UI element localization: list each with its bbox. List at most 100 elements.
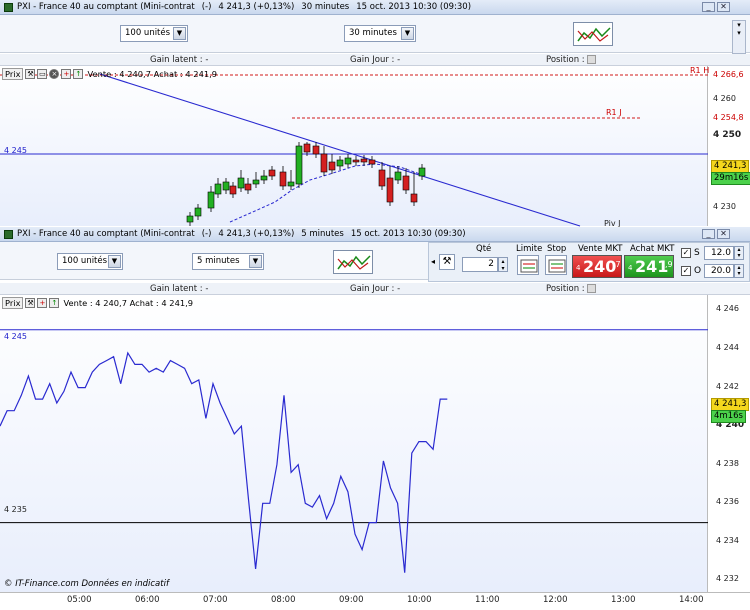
candle-body <box>410 193 418 203</box>
chevron-down-icon[interactable]: ▾ <box>733 21 745 29</box>
candle-body <box>360 158 368 163</box>
candle-body <box>237 177 245 189</box>
y-tick: 4 238 <box>716 458 739 468</box>
title-status: (-) <box>201 229 212 239</box>
top-qty-select[interactable]: 100 unités ▼ <box>120 25 188 42</box>
top-hline-label: 4 245 <box>4 146 27 155</box>
window-icon[interactable]: ▭ <box>37 69 48 79</box>
top-window-titlebar[interactable]: PXI - France 40 au comptant (Mini-contra… <box>0 0 750 15</box>
bottom-timer-tag: 4m16s <box>711 410 746 423</box>
sell-mkt-button[interactable]: 4 240 ,7 <box>572 255 622 278</box>
bottom-window-titlebar[interactable]: PXI - France 40 au comptant (Mini-contra… <box>0 227 750 242</box>
stop-label: Stop <box>547 244 567 254</box>
title-instrument: PXI - France 40 au comptant (Mini-contra… <box>17 2 195 12</box>
title-date: 15 oct. 2013 10:30 (09:30) <box>350 229 466 239</box>
x-tick: 10:00 <box>407 595 432 605</box>
close-position-icon[interactable] <box>587 55 596 64</box>
y-tick: 4 234 <box>716 535 739 545</box>
limit-order-icon <box>520 259 538 273</box>
chevron-down-icon: ▼ <box>249 255 262 268</box>
x-axis <box>0 592 750 610</box>
up-arrow-icon[interactable]: ↑ <box>49 298 60 308</box>
o-input[interactable]: 20.0 <box>704 264 734 278</box>
candle-body <box>368 159 376 165</box>
bottom-legend-label[interactable]: Prix <box>2 297 24 309</box>
wrench-icon[interactable]: ⚒ <box>439 254 455 270</box>
bottom-minimize-button[interactable]: _ <box>702 229 715 239</box>
x-tick: 13:00 <box>611 595 636 605</box>
y-tick: 4 246 <box>716 304 739 314</box>
s-stepper[interactable]: ▴ ▾ <box>734 246 744 260</box>
r1j-label: R1 J <box>606 108 622 117</box>
bottom-strategy-button[interactable] <box>333 250 373 274</box>
candle-body <box>394 171 402 181</box>
candle-body <box>418 167 426 177</box>
y-tick: 4 242 <box>716 381 739 391</box>
bottom-chart-area[interactable] <box>0 295 708 592</box>
qty-stepper[interactable]: ▴ ▾ <box>498 257 508 272</box>
top-position: Position : 0 <box>546 55 593 65</box>
s-label: S <box>694 248 700 258</box>
top-chart-area[interactable] <box>0 66 708 227</box>
plus-icon[interactable]: + <box>61 69 72 79</box>
top-close-button[interactable]: ✕ <box>717 2 730 12</box>
candle-body <box>295 145 303 185</box>
top-strategy-button[interactable] <box>573 22 613 46</box>
top-legend-label[interactable]: Prix <box>2 68 24 80</box>
limit-order-button[interactable] <box>517 255 539 275</box>
title-date: 15 oct. 2013 10:30 (09:30) <box>356 2 472 12</box>
close-icon[interactable]: × <box>49 69 60 79</box>
x-tick: 08:00 <box>271 595 296 605</box>
top-minimize-button[interactable]: _ <box>702 2 715 12</box>
candle-body <box>229 185 237 195</box>
plus-icon[interactable]: + <box>37 298 48 308</box>
bottom-gain-latent: Gain latent : - <box>150 284 209 294</box>
bottom-close-button[interactable]: ✕ <box>717 229 730 239</box>
buy-price-dec: ,9 <box>665 260 673 269</box>
close-position-icon[interactable] <box>587 284 596 293</box>
stop-order-button[interactable] <box>545 255 567 275</box>
x-tick: 07:00 <box>203 595 228 605</box>
bottom-period-select[interactable]: 5 minutes ▼ <box>192 253 264 270</box>
s-input[interactable]: 12.0 <box>704 246 734 260</box>
chevron-down-icon[interactable]: ▾ <box>733 29 745 37</box>
x-tick: 05:00 <box>67 595 92 605</box>
r1h-label: R1 H <box>690 66 710 75</box>
instrument-icon <box>4 229 13 239</box>
footer-credit: © IT-Finance.com Données en indicatif <box>4 579 169 589</box>
y-tick: 4 232 <box>716 574 739 584</box>
strategy-chart-icon <box>337 255 371 270</box>
candle-body <box>320 153 328 173</box>
candle-body <box>207 191 215 209</box>
bottom-period-value: 5 minutes <box>197 256 240 266</box>
candle-body <box>252 179 260 185</box>
up-arrow-icon[interactable]: ↑ <box>73 69 84 79</box>
wrench-icon[interactable]: ⚒ <box>25 69 36 79</box>
o-checkbox[interactable]: ✓ <box>681 266 691 276</box>
buy-mkt-button[interactable]: 4 241 ,9 <box>624 255 674 278</box>
bottom-legend-text: Vente : 4 240,7 Achat : 4 241,9 <box>63 298 194 308</box>
y-tick: 4 250 <box>713 130 742 140</box>
strategy-chart-icon <box>577 27 611 42</box>
bottom-qty-select[interactable]: 100 unités ▼ <box>57 253 123 270</box>
limit-label: Limite <box>516 244 543 254</box>
qty-label: Qté <box>476 244 492 254</box>
title-price: 4 241,3 (+0,13%) <box>218 2 295 12</box>
x-tick: 14:00 <box>679 595 704 605</box>
top-legend: Prix ⚒ ▭ × + ↑ Vente : 4 240,7 Achat : 4… <box>2 68 217 80</box>
y-tick: 4 266,6 <box>713 70 744 79</box>
y-tick: 4 240 <box>713 184 736 193</box>
candle-body <box>378 169 386 187</box>
o-stepper[interactable]: ▴ ▾ <box>734 264 744 278</box>
collapse-left-icon[interactable]: ◂ <box>431 257 435 266</box>
candle-body <box>312 145 320 155</box>
candle-body <box>386 177 394 203</box>
bottom-gain-jour: Gain Jour : - <box>350 284 401 294</box>
s-checkbox[interactable]: ✓ <box>681 248 691 258</box>
qty-input[interactable]: 2 <box>462 257 498 272</box>
top-period-select[interactable]: 30 minutes ▼ <box>344 25 416 42</box>
wrench-icon[interactable]: ⚒ <box>25 298 36 308</box>
top-gain-jour: Gain Jour : - <box>350 55 401 65</box>
x-tick: 06:00 <box>135 595 160 605</box>
y-tick: 4 260 <box>713 94 736 103</box>
